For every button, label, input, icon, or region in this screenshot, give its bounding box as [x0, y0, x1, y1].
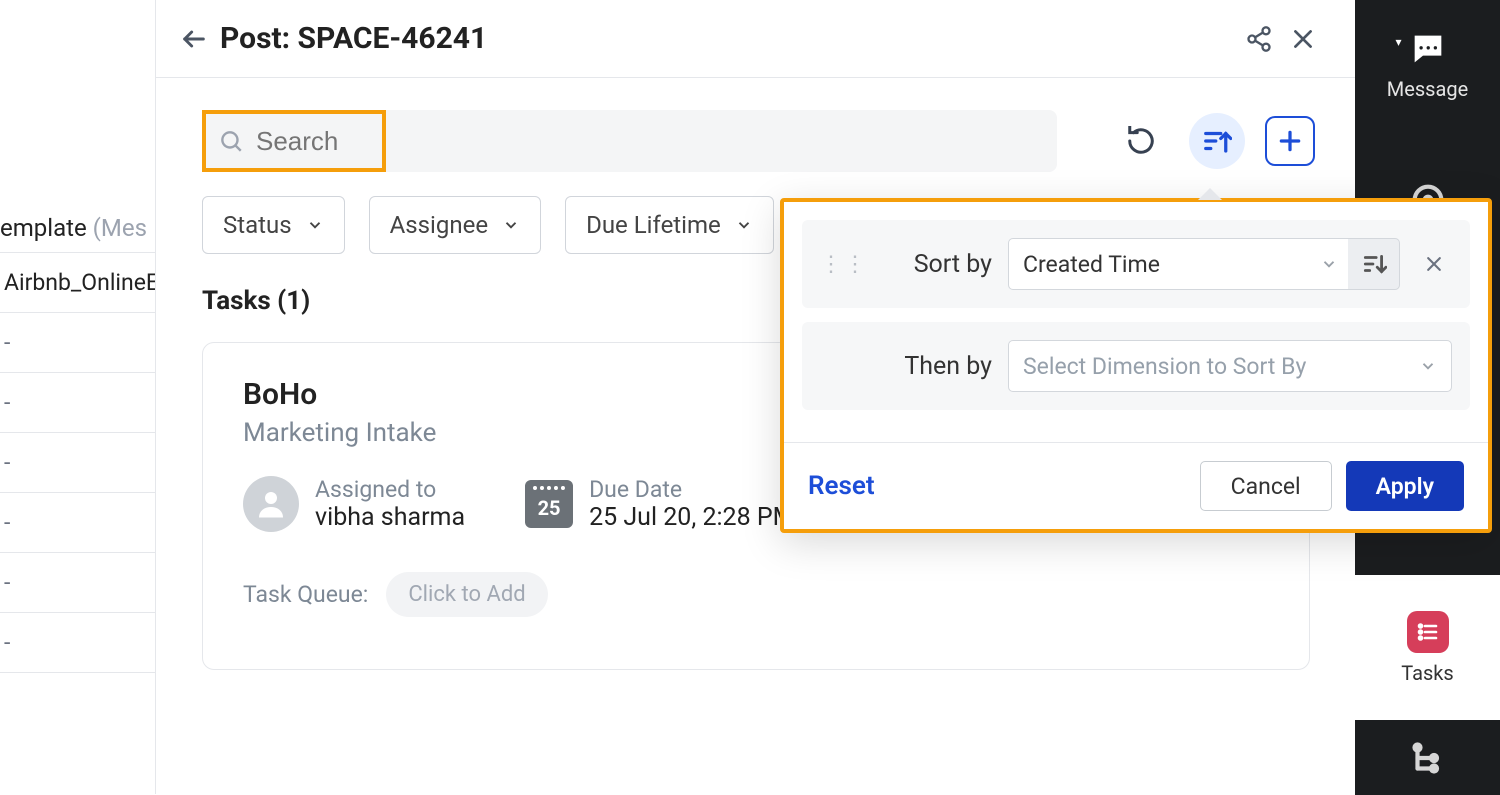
refresh-icon: [1126, 126, 1156, 156]
rail-bottom[interactable]: [1355, 720, 1500, 795]
then-by-placeholder: Select Dimension to Sort By: [1023, 353, 1306, 380]
panel-header: Post: SPACE-46241: [156, 0, 1355, 78]
chevron-down-icon: [735, 216, 753, 234]
search-input[interactable]: [256, 126, 1041, 157]
sidebar-item[interactable]: -: [0, 493, 155, 553]
sidebar-item[interactable]: -: [0, 313, 155, 373]
sort-reset-link[interactable]: Reset: [808, 471, 875, 501]
search-row: [202, 110, 1315, 172]
assignee-name: vibha sharma: [315, 503, 465, 532]
rail-message[interactable]: ▾ ••• Message: [1355, 0, 1500, 130]
arrow-left-icon: [180, 25, 208, 53]
sidebar-item[interactable]: -: [0, 553, 155, 613]
sort-button[interactable]: [1189, 113, 1245, 169]
calendar-day: 25: [538, 496, 561, 520]
search-box[interactable]: [202, 110, 1057, 172]
task-assignee: Assigned to vibha sharma: [243, 476, 465, 532]
tasks-icon: [1407, 611, 1449, 653]
sort-by-value: Created Time: [1023, 251, 1160, 278]
back-button[interactable]: [174, 19, 214, 59]
sidebar-item[interactable]: -: [0, 613, 155, 673]
chevron-down-icon: [502, 216, 520, 234]
then-by-label: Then by: [884, 352, 992, 381]
rail-message-label: Message: [1387, 77, 1468, 101]
share-button[interactable]: [1237, 17, 1281, 61]
chevron-down-icon: [1419, 357, 1437, 375]
left-sidebar-sliver: emplate (Mes Airbnb_OnlineE - - - - - -: [0, 0, 155, 794]
template-header: emplate (Mes: [0, 210, 155, 253]
sidebar-item[interactable]: -: [0, 373, 155, 433]
sort-popover: ⋮⋮ Sort by Created Time ⋮⋮ Then by Selec…: [780, 198, 1492, 533]
share-icon: [1245, 25, 1273, 53]
sort-by-label: Sort by: [884, 250, 992, 279]
tree-icon: [1408, 738, 1448, 778]
due-date-label: Due Date: [589, 476, 794, 503]
cancel-button[interactable]: Cancel: [1200, 461, 1332, 511]
calendar-icon: 25: [525, 480, 573, 528]
filter-due-lifetime[interactable]: Due Lifetime: [565, 196, 774, 254]
rail-tasks-label: Tasks: [1401, 661, 1454, 685]
task-queue-add[interactable]: Click to Add: [386, 572, 547, 617]
then-by-select[interactable]: Select Dimension to Sort By: [1008, 340, 1452, 392]
close-icon: [1290, 26, 1316, 52]
search-icon: [218, 128, 244, 154]
filter-status[interactable]: Status: [202, 196, 345, 254]
filter-label: Assignee: [390, 211, 488, 239]
assigned-to-label: Assigned to: [315, 476, 465, 503]
popover-caret: [1198, 188, 1222, 200]
drag-handle-icon[interactable]: ⋮⋮: [820, 252, 868, 277]
chevron-down-icon: [1320, 255, 1338, 273]
add-button[interactable]: [1265, 116, 1315, 166]
refresh-button[interactable]: [1113, 113, 1169, 169]
sort-popover-footer: Reset Cancel Apply: [784, 442, 1488, 529]
sort-secondary-row: ⋮⋮ Then by Select Dimension to Sort By: [802, 322, 1470, 410]
sidebar-item[interactable]: -: [0, 433, 155, 493]
close-icon: [1424, 254, 1444, 274]
message-icon: ▾ •••: [1408, 29, 1448, 69]
task-queue-label: Task Queue:: [243, 581, 368, 608]
task-queue-row: Task Queue: Click to Add: [243, 572, 1269, 617]
close-button[interactable]: [1281, 17, 1325, 61]
chevron-down-icon: [306, 216, 324, 234]
apply-button[interactable]: Apply: [1346, 461, 1464, 511]
sort-direction-button[interactable]: [1348, 238, 1400, 290]
task-due: 25 Due Date 25 Jul 20, 2:28 PM: [525, 476, 794, 532]
template-label: emplate: [0, 214, 87, 242]
filter-assignee[interactable]: Assignee: [369, 196, 541, 254]
plus-icon: [1277, 128, 1303, 154]
remove-sort-row-button[interactable]: [1416, 246, 1452, 282]
filter-label: Status: [223, 211, 292, 239]
sort-desc-icon: [1361, 251, 1387, 277]
page-title: Post: SPACE-46241: [220, 21, 487, 56]
due-date-value: 25 Jul 20, 2:28 PM: [589, 503, 794, 532]
sort-icon: [1202, 126, 1232, 156]
sort-primary-row: ⋮⋮ Sort by Created Time: [802, 220, 1470, 308]
rail-tasks[interactable]: Tasks: [1355, 575, 1500, 720]
avatar: [243, 476, 299, 532]
sort-by-select[interactable]: Created Time: [1008, 238, 1353, 290]
person-icon: [253, 486, 289, 522]
template-hint: (Mes: [93, 214, 147, 242]
sidebar-item[interactable]: Airbnb_OnlineE: [0, 253, 155, 313]
filter-label: Due Lifetime: [586, 211, 721, 239]
